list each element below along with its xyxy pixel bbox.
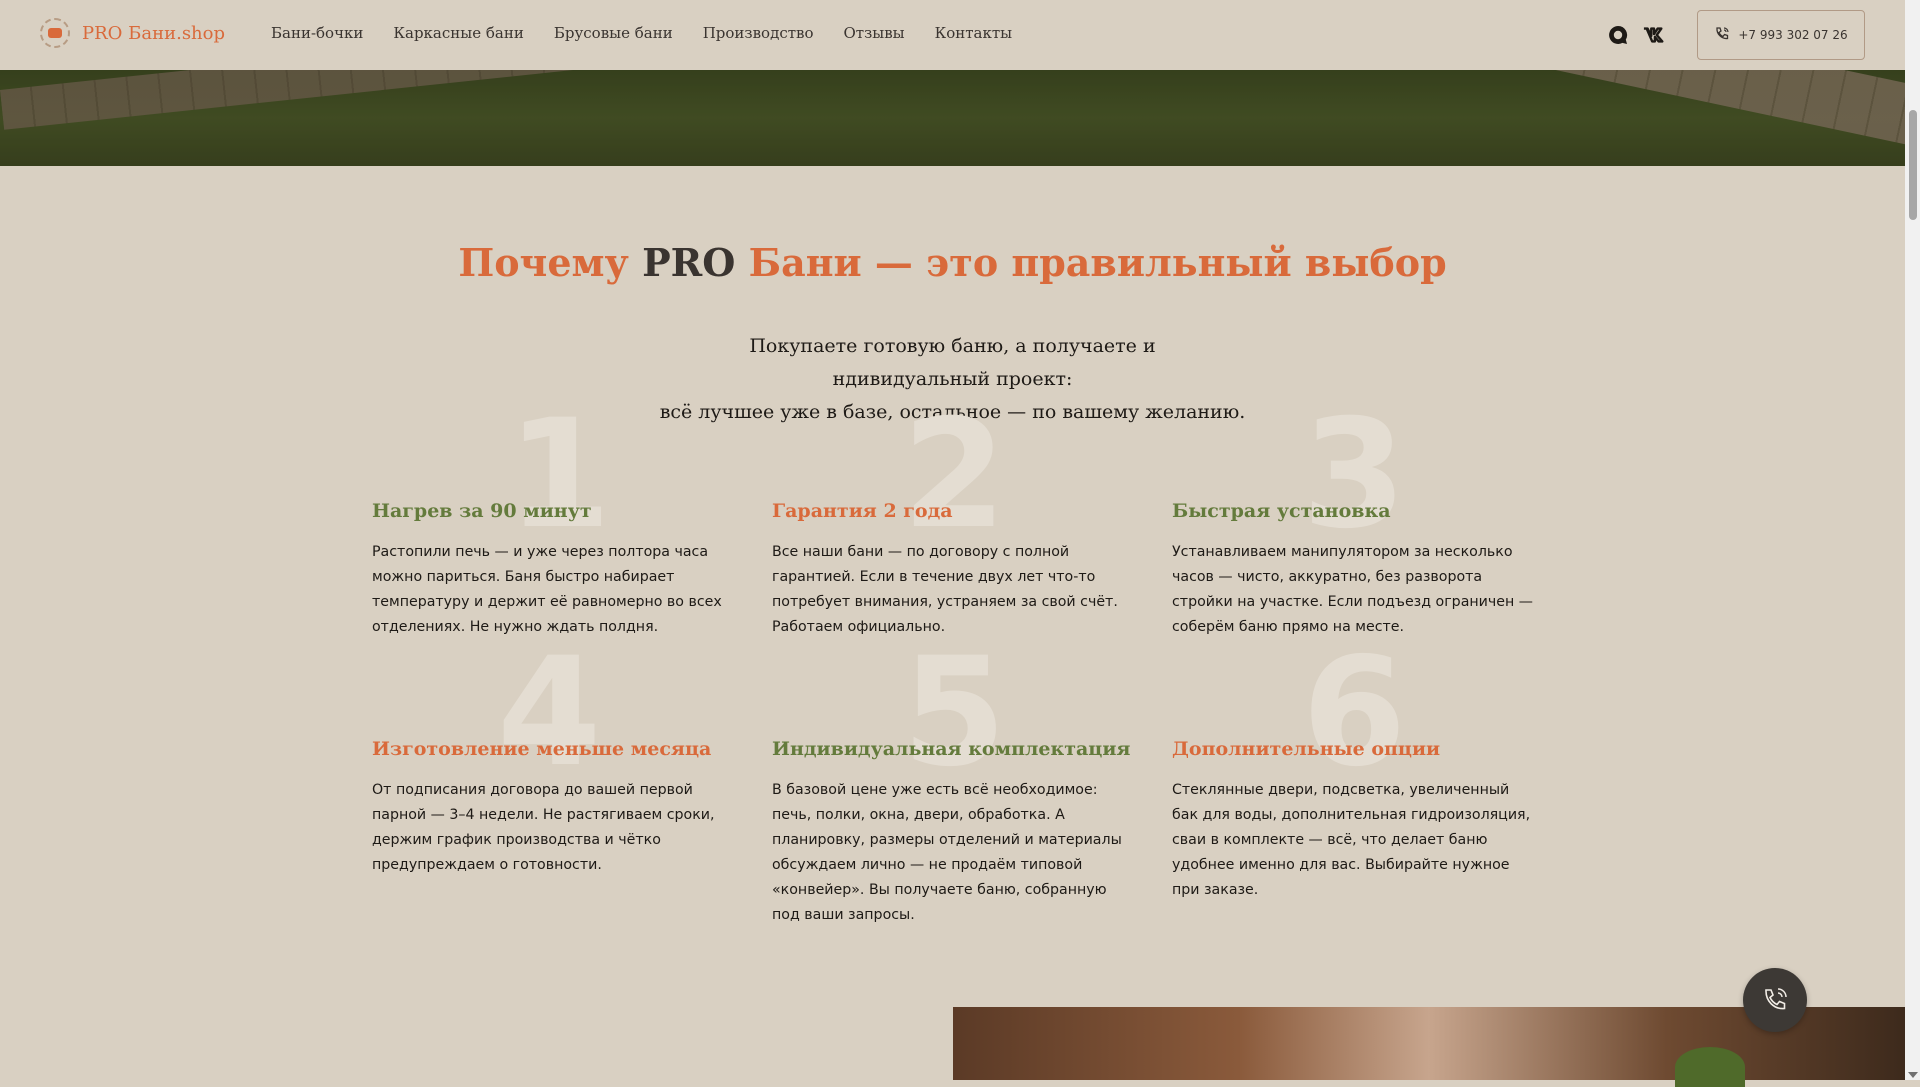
feature-title: Гарантия 2 года — [772, 500, 953, 522]
site-header: PRO Бани.shop Бани-бочки Каркасные бани … — [0, 0, 1905, 70]
nav-item-production[interactable]: Производство — [703, 24, 814, 42]
main-nav: Бани-бочки Каркасные бани Брусовые бани … — [271, 24, 1012, 42]
phone-icon — [1714, 26, 1730, 45]
social-links — [1607, 24, 1665, 46]
feature-card: 2 Гарантия 2 года Все наши бани — по дог… — [772, 400, 1137, 640]
hero-image — [0, 70, 1905, 166]
feature-number: 2 — [902, 388, 1007, 562]
nav-item-frame-saunas[interactable]: Каркасные бани — [393, 24, 523, 42]
section-title: Почему PRO Бани — это правильный выбор — [458, 240, 1447, 285]
feature-card: 4 Изготовление меньше месяца От подписан… — [372, 638, 737, 878]
feature-number: 1 — [507, 388, 612, 562]
feature-text: От подписания договора до вашей первой п… — [372, 782, 715, 873]
feature-title: Изготовление меньше месяца — [372, 738, 712, 760]
feature-card: 3 Быстрая установка Устанавливаем манипу… — [1172, 400, 1537, 640]
feature-text: Стеклянные двери, подсветка, увеличенный… — [1172, 782, 1531, 898]
call-button[interactable] — [1743, 968, 1807, 1032]
feature-title: Дополнительные опции — [1172, 738, 1441, 760]
feature-text: Устанавливаем манипулятором за несколько… — [1172, 544, 1533, 635]
feature-text: В базовой цене уже есть всё необходимое:… — [772, 782, 1122, 923]
nav-item-contacts[interactable]: Контакты — [935, 24, 1013, 42]
feature-number: 4 — [497, 626, 602, 800]
feature-title: Быстрая установка — [1172, 500, 1391, 522]
feature-text: Растопили печь — и уже через полтора час… — [372, 544, 722, 635]
feature-number: 5 — [902, 626, 1007, 800]
scrollbar-thumb[interactable] — [1909, 110, 1917, 220]
chat-icon[interactable] — [1607, 24, 1629, 46]
scroll-down-arrow-icon[interactable] — [1908, 1072, 1918, 1078]
logo-text: PRO Бани.shop — [82, 22, 226, 44]
feature-card: 6 Дополнительные опции Стеклянные двери,… — [1172, 638, 1537, 903]
phone-icon — [1765, 988, 1787, 1010]
logo[interactable]: PRO Бани.shop — [40, 18, 225, 48]
nav-item-timber-saunas[interactable]: Брусовые бани — [554, 24, 673, 42]
vk-icon[interactable] — [1643, 24, 1665, 46]
feature-card: 1 Нагрев за 90 минут Растопили печь — и … — [372, 400, 737, 640]
phone-button[interactable]: +7 993 302 07 26 — [1697, 10, 1865, 60]
page-scrollbar[interactable] — [1905, 0, 1920, 1080]
nav-item-reviews[interactable]: Отзывы — [844, 24, 905, 42]
feature-title: Нагрев за 90 минут — [372, 500, 592, 522]
feature-number: 6 — [1302, 626, 1407, 800]
feature-title: Индивидуальная комплектация — [772, 738, 1131, 760]
feature-text: Все наши бани — по договору с полной гар… — [772, 544, 1118, 610]
phone-number: +7 993 302 07 26 — [1738, 28, 1848, 42]
feature-card: 5 Индивидуальная комплектация В базовой … — [772, 638, 1137, 928]
logo-icon — [40, 18, 70, 48]
nav-item-barrel-saunas[interactable]: Бани-бочки — [271, 24, 363, 42]
feature-number: 3 — [1302, 388, 1407, 562]
title-brand: PRO — [642, 240, 736, 285]
feature-text: Работаем официально. — [772, 619, 946, 635]
